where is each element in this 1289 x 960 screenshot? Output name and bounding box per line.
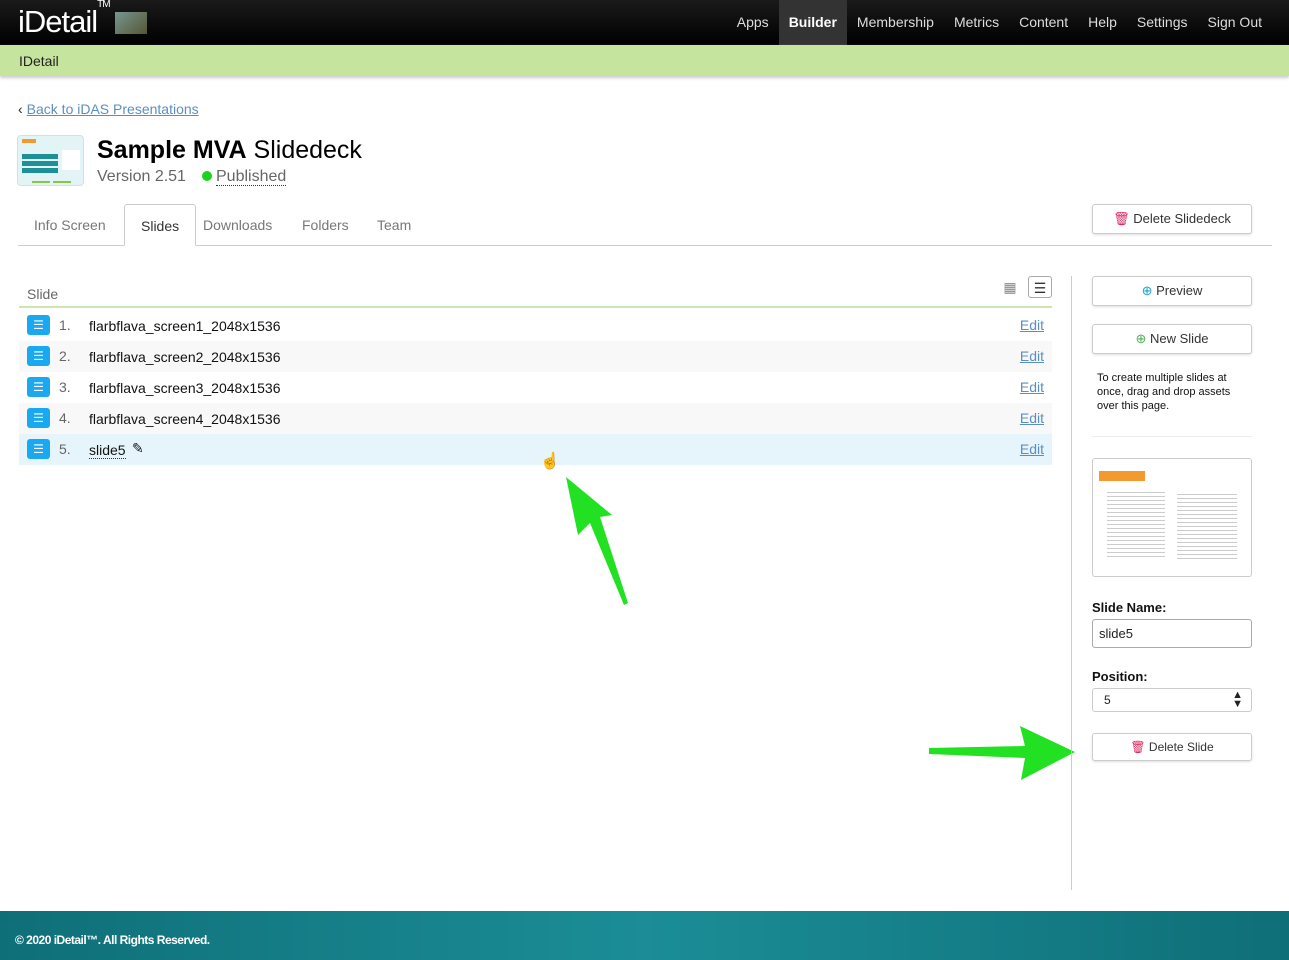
logo-mark-icon [115,12,147,34]
slide-name: flarbflava_screen2_2048x1536 [89,349,281,365]
preview-button[interactable]: ⊕ Preview [1092,276,1252,306]
drag-list-icon[interactable]: ☰ [27,377,50,397]
tab-info-screen[interactable]: Info Screen [18,204,122,246]
nav-content[interactable]: Content [1009,0,1078,45]
sub-header: IDetail [0,45,1289,76]
nav-membership[interactable]: Membership [847,0,944,45]
nav-sign-out[interactable]: Sign Out [1198,0,1272,45]
slide-number: 3. [59,379,71,395]
drag-list-icon[interactable]: ☰ [27,346,50,366]
grid-view-icon[interactable]: ▦ [998,276,1022,298]
position-label: Position: [1092,669,1148,684]
edit-link[interactable]: Edit [1020,410,1044,426]
drag-list-icon[interactable]: ☰ [27,439,50,459]
drag-list-icon[interactable]: ☰ [27,408,50,428]
logo[interactable]: iDetailTM [18,0,111,40]
slide-number: 2. [59,348,71,364]
trash-icon: 🗑 [1113,211,1130,226]
footer: © 2020 iDetail™. All Rights Reserved. [0,911,1289,960]
edit-link[interactable]: Edit [1020,441,1044,457]
delete-slide-label: Delete Slide [1148,740,1214,754]
title-bold: Sample MVA [97,136,247,164]
trash-icon: 🗑 [1130,740,1146,754]
delete-slidedeck-label: Delete Slidedeck [1133,211,1231,226]
slide-name: slide5 [89,442,126,459]
delete-slide-button[interactable]: 🗑 Delete Slide [1092,733,1252,761]
tab-slides[interactable]: Slides [124,204,197,246]
sidebar-separator [1092,436,1252,437]
green-arrow-up-icon [566,477,628,605]
slide-number: 1. [59,317,71,333]
status-text: Published [216,168,287,186]
nav-settings[interactable]: Settings [1127,0,1198,45]
table-row[interactable]: ☰ 1. flarbflava_screen1_2048x1536 Edit [19,310,1052,341]
tab-folders[interactable]: Folders [286,204,365,246]
hand-cursor-icon: ☝ [540,453,560,470]
table-row[interactable]: ☰ 4. flarbflava_screen4_2048x1536 Edit [19,403,1052,434]
main-nav: Apps Builder Membership Metrics Content … [727,0,1272,45]
slide-preview-image [1092,458,1252,577]
table-row[interactable]: ☰ 2. flarbflava_screen2_2048x1536 Edit [19,341,1052,372]
slide-name-input[interactable]: slide5 [1092,619,1252,648]
tab-downloads[interactable]: Downloads [187,204,288,246]
list-view-icon[interactable]: ☰ [1028,276,1052,298]
preview-label: Preview [1156,283,1203,298]
table-row-selected[interactable]: ☰ 5. slide5 ✎ Edit [19,434,1052,465]
sidebar-divider [1071,276,1072,890]
copyright-text: © 2020 iDetail™. All Rights Reserved. [15,933,210,947]
slide-number: 4. [59,410,71,426]
sub-header-title: IDetail [19,53,59,69]
logo-tm: TM [97,0,110,10]
breadcrumb: ‹ Back to iDAS Presentations [18,101,199,117]
slide-name: flarbflava_screen1_2048x1536 [89,318,281,334]
sort-arrows-icon: ▲ ▼ [1232,689,1243,710]
zoom-in-icon: ⊕ [1141,283,1153,298]
new-slide-label: New Slide [1150,331,1209,346]
chevron-left-icon: ‹ [18,101,23,117]
status-badge: Published [202,168,287,186]
help-text: To create multiple slides at once, drag … [1097,372,1231,412]
column-header-slide: Slide [27,286,59,302]
nav-builder[interactable]: Builder [778,0,847,45]
drag-list-icon[interactable]: ☰ [27,315,50,335]
slide-name-label: Slide Name: [1092,600,1167,615]
back-link[interactable]: Back to iDAS Presentations [27,101,199,117]
edit-link[interactable]: Edit [1020,348,1044,364]
logo-text: iDetail [18,4,98,39]
tab-team[interactable]: Team [361,204,427,246]
nav-help[interactable]: Help [1078,0,1127,45]
pencil-icon[interactable]: ✎ [132,440,144,457]
status-dot-icon [202,171,212,181]
position-value: 5 [1104,693,1111,707]
table-row[interactable]: ☰ 3. flarbflava_screen3_2048x1536 Edit [19,372,1052,403]
green-arrow-right-icon [929,726,1075,780]
delete-slidedeck-button[interactable]: 🗑 Delete Slidedeck [1092,204,1252,234]
page-title: Sample MVA Slidedeck [97,136,362,165]
slide-number: 5. [59,441,71,457]
slide-name: flarbflava_screen3_2048x1536 [89,380,281,396]
plus-circle-icon: ⊕ [1135,331,1147,346]
new-slide-button[interactable]: ⊕ New Slide [1092,324,1252,354]
edit-link[interactable]: Edit [1020,379,1044,395]
nav-apps[interactable]: Apps [727,0,779,45]
edit-link[interactable]: Edit [1020,317,1044,333]
version-label: Version 2.51 [97,168,186,185]
nav-metrics[interactable]: Metrics [944,0,1009,45]
top-navbar: iDetailTM Apps Builder Membership Metric… [0,0,1289,45]
slide-name: flarbflava_screen4_2048x1536 [89,411,281,427]
slide-list-header: Slide ▦ ☰ [19,276,1052,308]
tab-bar: Info Screen Slides Downloads Folders Tea… [18,204,1272,246]
slidedeck-thumbnail [17,135,84,186]
position-select[interactable]: 5 ▲ ▼ [1092,688,1252,712]
title-rest: Slidedeck [253,136,362,164]
